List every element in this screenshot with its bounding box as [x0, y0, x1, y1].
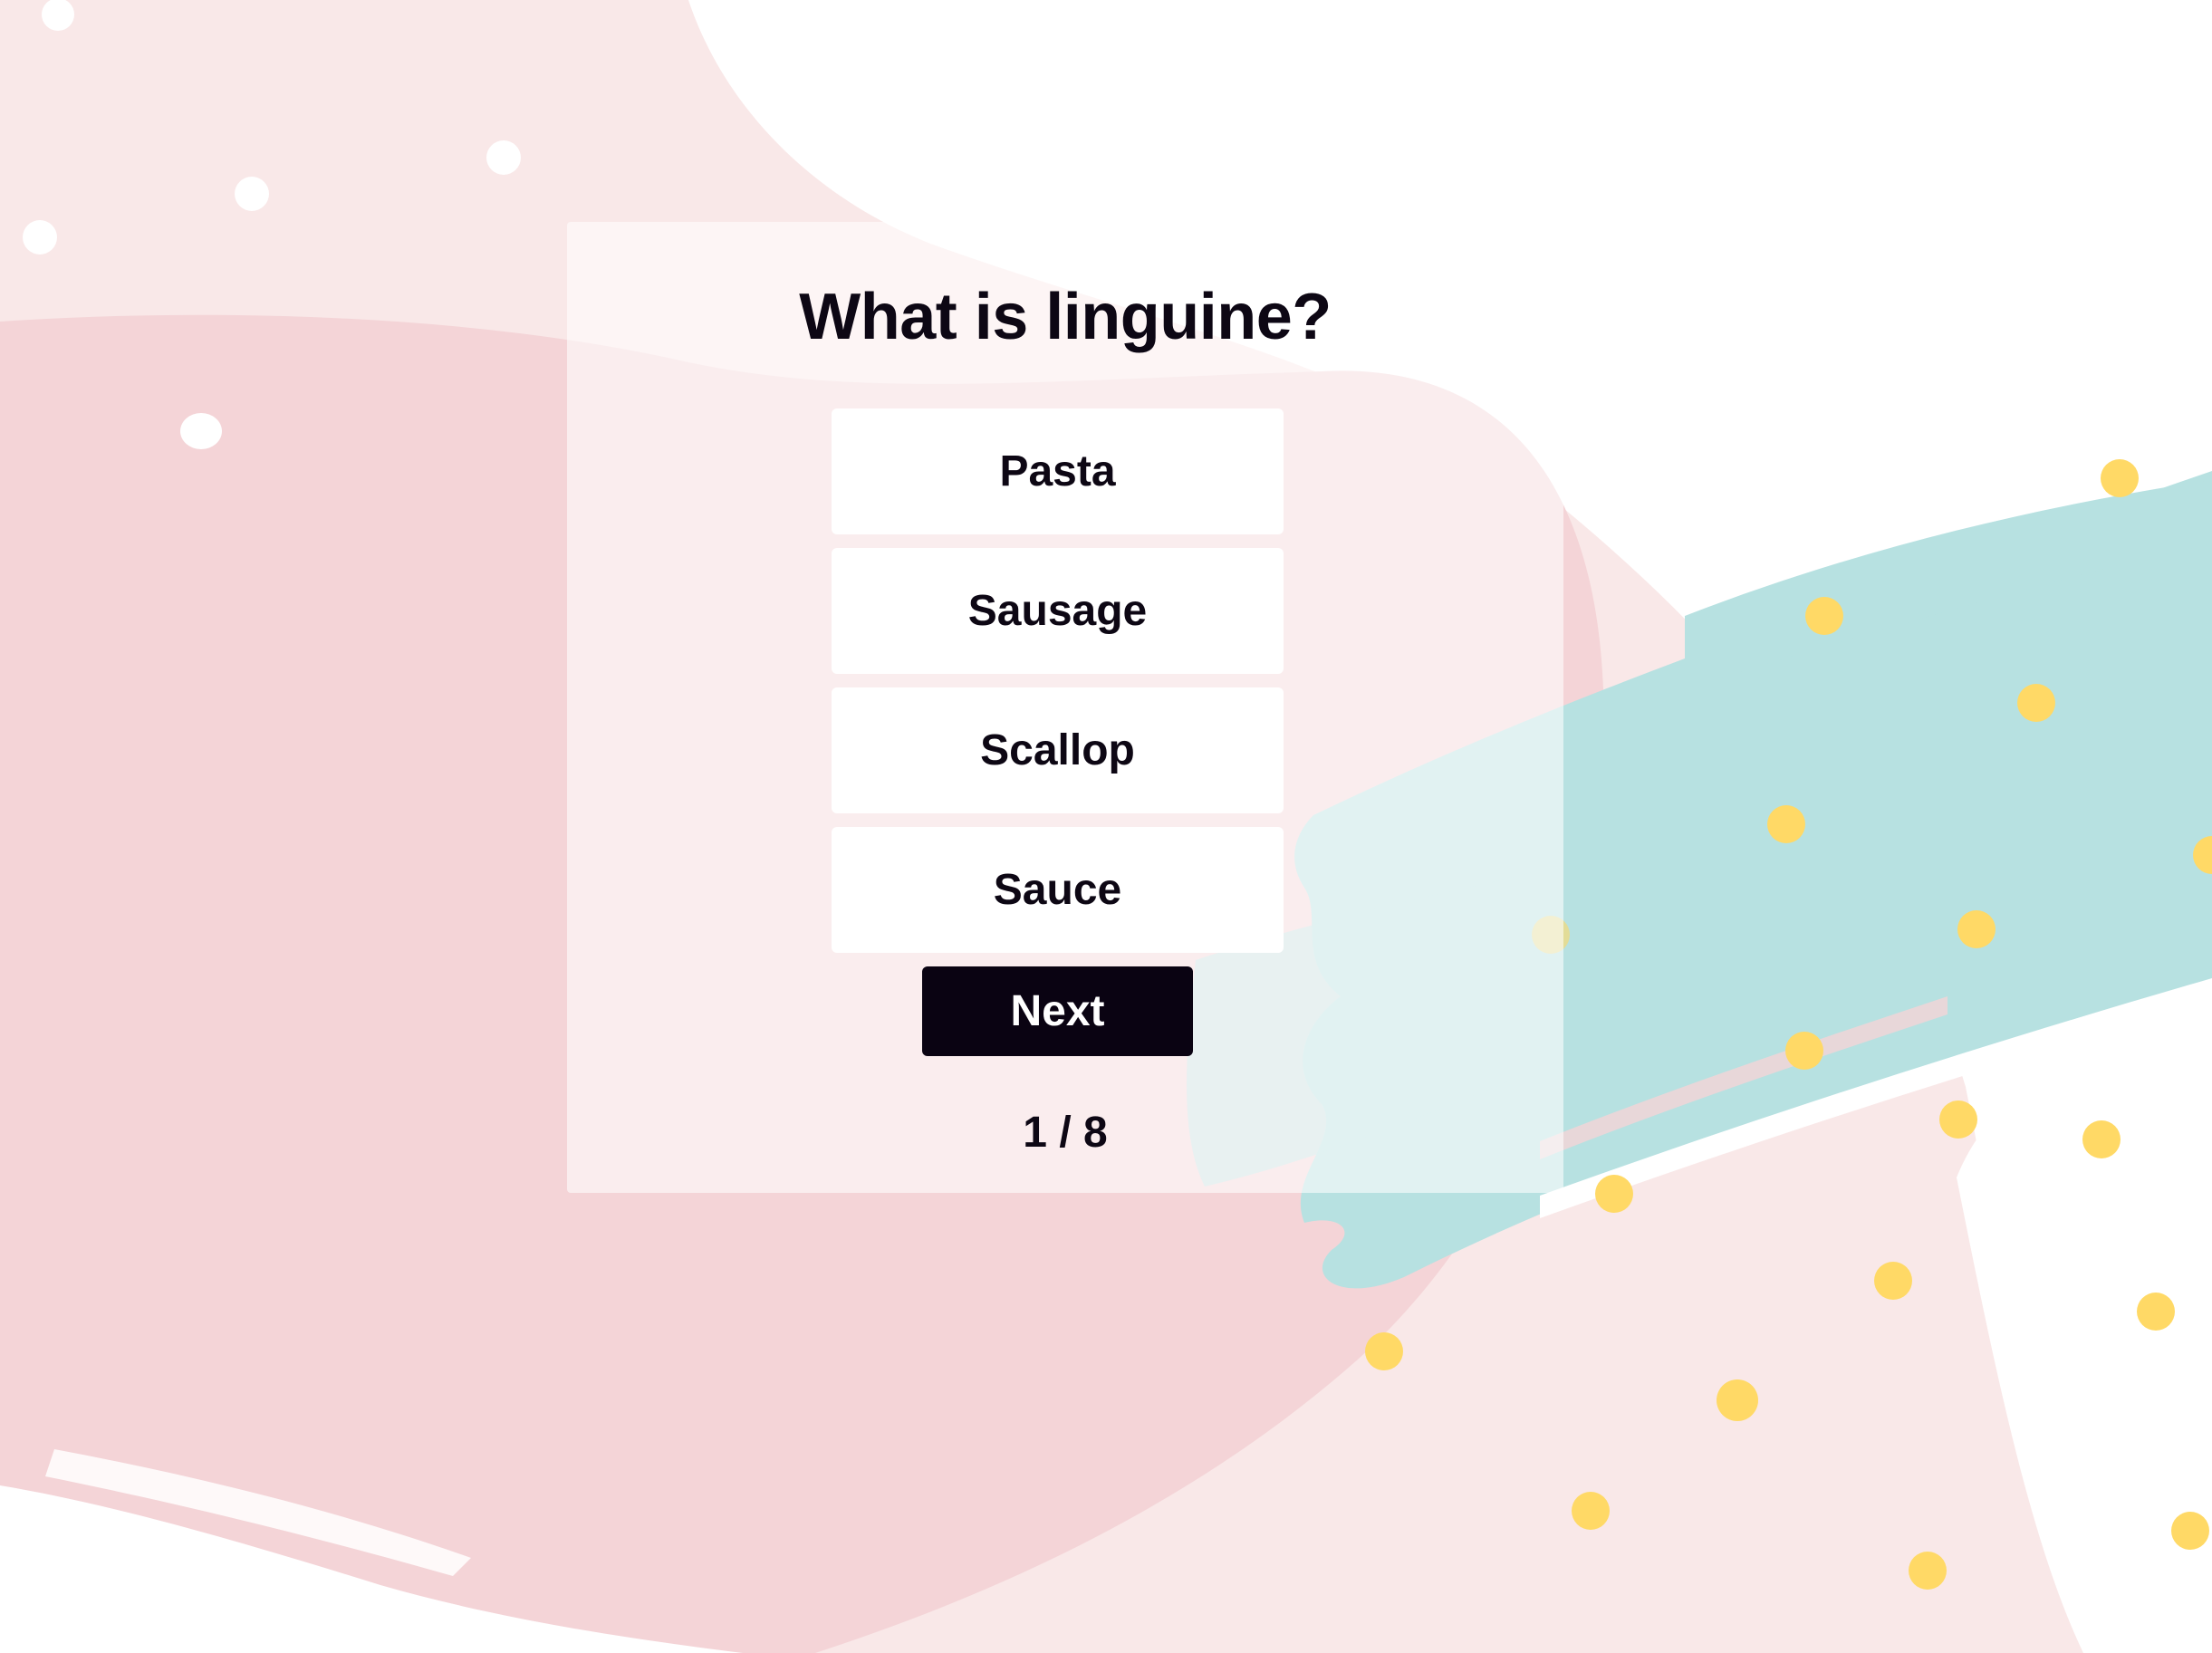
next-button[interactable]: Next	[922, 966, 1193, 1056]
progress-counter: 1 / 8	[1023, 1109, 1108, 1157]
question-title: What is linguine?	[799, 281, 1332, 353]
quiz-card: What is linguine? Pasta Sausage Scallop …	[567, 222, 1563, 1193]
answer-option-scallop[interactable]: Scallop	[832, 687, 1284, 813]
quiz-screen: What is linguine? Pasta Sausage Scallop …	[0, 0, 2212, 1653]
answer-option-pasta[interactable]: Pasta	[832, 408, 1284, 534]
answer-option-sausage[interactable]: Sausage	[832, 548, 1284, 674]
answer-option-sauce[interactable]: Sauce	[832, 827, 1284, 953]
